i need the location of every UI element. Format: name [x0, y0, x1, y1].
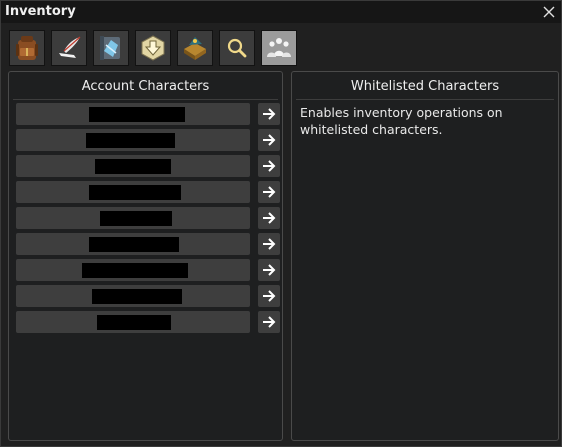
- character-row[interactable]: [16, 233, 250, 255]
- panel-divider: [13, 99, 278, 100]
- tool-chest-button[interactable]: [177, 30, 213, 66]
- deposit-arrow-icon: [141, 35, 165, 61]
- add-to-whitelist-button[interactable]: [258, 103, 280, 125]
- treasure-chest-icon: [184, 37, 206, 60]
- add-to-whitelist-button[interactable]: [258, 259, 280, 281]
- arrow-right-icon: [263, 290, 276, 302]
- arrow-right-icon: [263, 134, 276, 146]
- window-title: Inventory: [5, 4, 76, 19]
- redacted-character-name: [89, 107, 185, 122]
- character-row[interactable]: [16, 181, 250, 203]
- tool-deposit-button[interactable]: [135, 30, 171, 66]
- redacted-character-name: [82, 263, 188, 278]
- tool-crystal-button[interactable]: [93, 30, 129, 66]
- character-row[interactable]: [16, 259, 250, 281]
- add-to-whitelist-button[interactable]: [258, 207, 280, 229]
- redacted-character-name: [97, 315, 171, 330]
- whitelist-description: Enables inventory operations on whitelis…: [300, 105, 503, 137]
- backpack-icon: [16, 36, 38, 60]
- arrow-right-icon: [263, 316, 276, 328]
- arrow-right-icon: [263, 186, 276, 198]
- character-row[interactable]: [16, 103, 250, 125]
- tool-whitelist-button[interactable]: [261, 30, 297, 66]
- add-to-whitelist-button[interactable]: [258, 181, 280, 203]
- close-icon[interactable]: [540, 3, 558, 21]
- redacted-character-name: [86, 133, 175, 148]
- people-group-icon: [267, 38, 291, 57]
- add-to-whitelist-button[interactable]: [258, 233, 280, 255]
- character-row[interactable]: [16, 285, 250, 307]
- character-row[interactable]: [16, 207, 250, 229]
- panel-divider: [296, 99, 554, 100]
- tool-quill-button[interactable]: [51, 30, 87, 66]
- quill-icon: [59, 36, 81, 58]
- account-characters-title: Account Characters: [81, 79, 210, 94]
- character-row[interactable]: [16, 155, 250, 177]
- add-to-whitelist-button[interactable]: [258, 311, 280, 333]
- character-row[interactable]: [16, 311, 250, 333]
- arrow-right-icon: [263, 212, 276, 224]
- add-to-whitelist-button[interactable]: [258, 155, 280, 177]
- redacted-character-name: [100, 211, 172, 226]
- arrow-right-icon: [263, 160, 276, 172]
- add-to-whitelist-button[interactable]: [258, 129, 280, 151]
- crystal-panel-icon: [100, 36, 120, 60]
- inventory-window: Inventory Account Characters Whitelisted…: [0, 0, 562, 447]
- whitelisted-characters-title: Whitelisted Characters: [350, 79, 500, 94]
- magnifier-icon: [227, 38, 247, 58]
- redacted-character-name: [92, 289, 182, 304]
- redacted-character-name: [89, 237, 179, 252]
- add-to-whitelist-button[interactable]: [258, 285, 280, 307]
- title-bar[interactable]: Inventory: [1, 1, 561, 23]
- arrow-right-icon: [263, 108, 276, 120]
- tool-backpack-button[interactable]: [9, 30, 45, 66]
- whitelisted-characters-panel: Whitelisted Characters Enables inventory…: [291, 71, 559, 441]
- redacted-character-name: [89, 185, 181, 200]
- tool-search-button[interactable]: [219, 30, 255, 66]
- redacted-character-name: [95, 159, 171, 174]
- arrow-right-icon: [263, 238, 276, 250]
- account-characters-panel: Account Characters: [8, 71, 283, 441]
- arrow-right-icon: [263, 264, 276, 276]
- character-row[interactable]: [16, 129, 250, 151]
